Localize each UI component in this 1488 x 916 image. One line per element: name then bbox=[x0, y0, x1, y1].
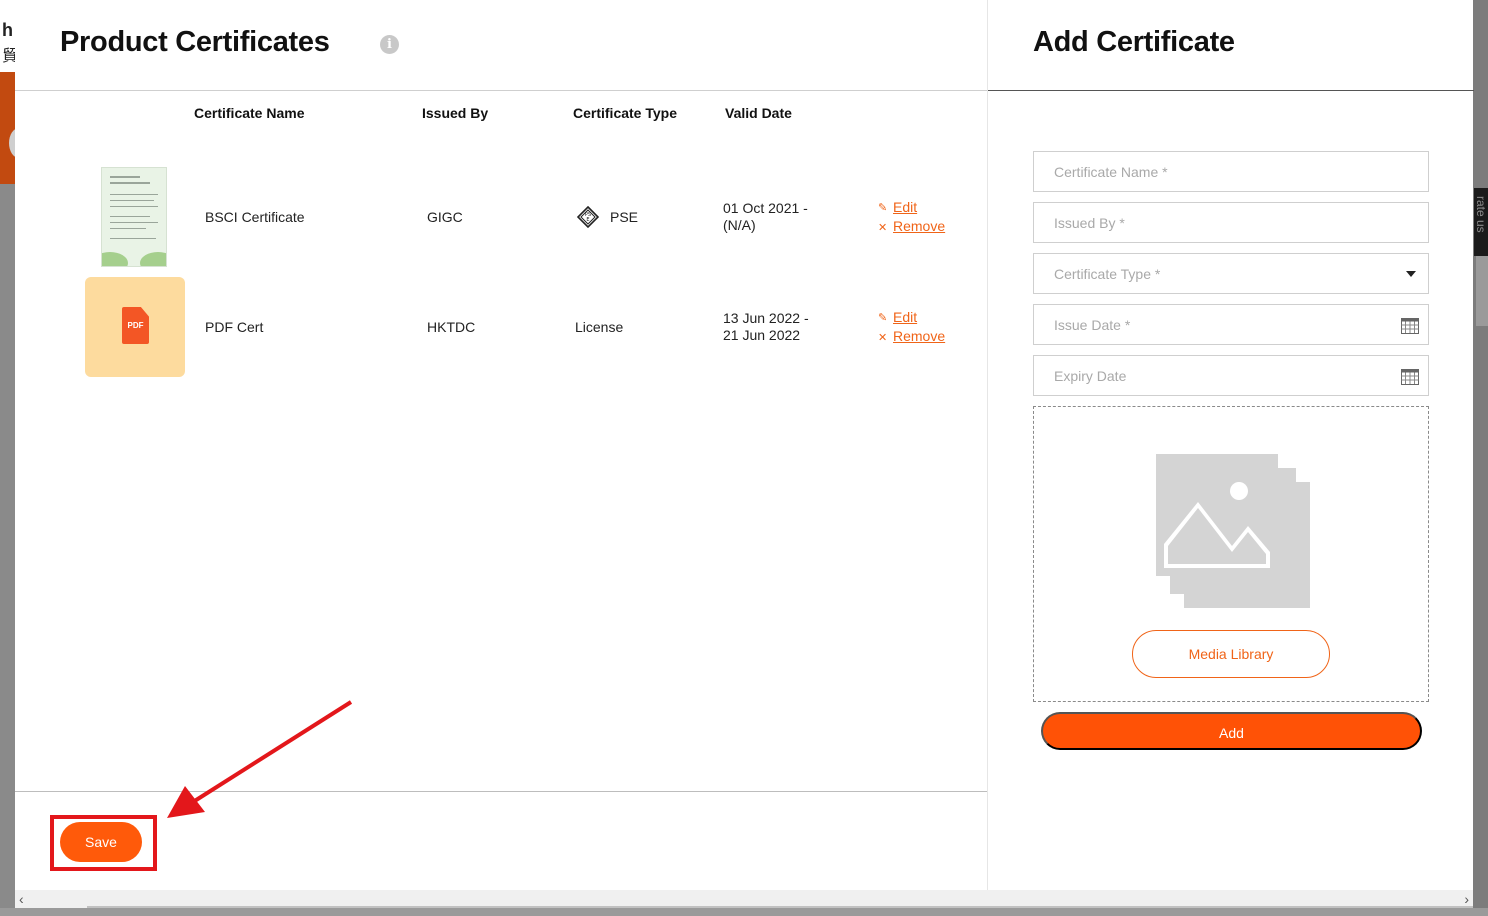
svg-text:E: E bbox=[586, 217, 589, 223]
issued-by-input[interactable]: Issued By * bbox=[1033, 202, 1429, 243]
row-1-certificate-name: BSCI Certificate bbox=[205, 209, 305, 225]
expiry-date-placeholder: Expiry Date bbox=[1054, 368, 1127, 384]
row-1-valid-from: 01 Oct 2021 - bbox=[723, 200, 808, 216]
background-page-bottom bbox=[0, 908, 1488, 916]
issue-date-placeholder: Issue Date * bbox=[1054, 317, 1131, 333]
background-header bbox=[1473, 0, 1488, 72]
title-divider bbox=[15, 90, 987, 91]
row-1-valid-to: (N/A) bbox=[723, 217, 756, 233]
row-2-remove-link[interactable]: Remove bbox=[893, 328, 945, 344]
column-header-certificate-type: Certificate Type bbox=[573, 105, 677, 121]
pencil-icon: ✎ bbox=[878, 202, 888, 214]
info-icon[interactable]: i bbox=[380, 35, 399, 54]
row-2-valid-to: 21 Jun 2022 bbox=[723, 327, 801, 343]
page-title: Product Certificates bbox=[60, 26, 330, 58]
column-header-valid-date: Valid Date bbox=[725, 105, 792, 121]
column-header-certificate-name: Certificate Name bbox=[194, 105, 305, 121]
certificate-image bbox=[101, 167, 167, 267]
certificate-name-placeholder: Certificate Name * bbox=[1054, 164, 1168, 180]
issued-by-placeholder: Issued By * bbox=[1054, 215, 1125, 231]
certificate-name-input[interactable]: Certificate Name * bbox=[1033, 151, 1429, 192]
row-1-issued-by: GIGC bbox=[427, 209, 463, 225]
site-logo: h 貿 bbox=[0, 0, 15, 72]
row-2-certificate-type: License bbox=[575, 319, 624, 335]
title-divider bbox=[988, 90, 1474, 91]
row-2-issued-by: HKTDC bbox=[427, 319, 476, 335]
pdf-file-icon: PDF bbox=[122, 307, 149, 344]
pencil-icon: ✎ bbox=[878, 312, 888, 324]
row-2-edit-link[interactable]: Edit bbox=[893, 309, 917, 325]
issue-date-input[interactable]: Issue Date * bbox=[1033, 304, 1429, 345]
caret-down-icon[interactable] bbox=[1406, 271, 1416, 277]
product-certificates-pane: Product Certificates i Certificate Name … bbox=[15, 0, 987, 890]
background-page-right: rate us bbox=[1473, 0, 1488, 916]
close-icon: ✕ bbox=[878, 332, 888, 344]
row-2-certificate-name: PDF Cert bbox=[205, 319, 264, 335]
annotation-arrow bbox=[167, 700, 353, 818]
certificates-modal: Product Certificates i Certificate Name … bbox=[15, 0, 1474, 908]
pse-mark-icon: PS E bbox=[577, 206, 599, 228]
row-2-valid-from: 13 Jun 2022 - bbox=[723, 310, 809, 326]
row-1-remove-link[interactable]: Remove bbox=[893, 218, 945, 234]
rate-us-side-tab[interactable]: rate us bbox=[1474, 188, 1488, 256]
pdf-label: PDF bbox=[127, 321, 144, 330]
image-stack-icon bbox=[1156, 454, 1310, 608]
close-icon: ✕ bbox=[878, 222, 888, 234]
page-scrollbar-thumb[interactable] bbox=[1476, 256, 1488, 326]
certificate-type-placeholder: Certificate Type * bbox=[1054, 266, 1161, 282]
calendar-icon[interactable] bbox=[1401, 368, 1419, 385]
save-button[interactable]: Save bbox=[60, 822, 142, 862]
image-upload-area[interactable]: Media Library bbox=[1033, 406, 1429, 702]
column-header-issued-by: Issued By bbox=[422, 105, 489, 121]
logo-char: 貿 bbox=[2, 48, 15, 65]
add-button[interactable]: Add bbox=[1041, 712, 1422, 750]
add-certificate-pane: Add Certificate Certificate Name * Issue… bbox=[987, 0, 1474, 890]
pdf-thumbnail: PDF bbox=[85, 277, 185, 377]
row-1-certificate-type: PSE bbox=[610, 209, 639, 225]
horizontal-scrollbar[interactable]: ‹ › bbox=[15, 890, 1473, 908]
background-banner bbox=[0, 72, 15, 184]
expiry-date-input[interactable]: Expiry Date bbox=[1033, 355, 1429, 396]
media-library-button[interactable]: Media Library bbox=[1132, 630, 1330, 678]
row-1-edit-link[interactable]: Edit bbox=[893, 199, 917, 215]
add-certificate-title: Add Certificate bbox=[1033, 26, 1235, 58]
scroll-left-icon[interactable]: ‹ bbox=[19, 891, 24, 907]
logo-letter: h bbox=[2, 20, 13, 40]
certificate-type-select[interactable]: Certificate Type * bbox=[1033, 253, 1429, 294]
calendar-icon[interactable] bbox=[1401, 317, 1419, 334]
background-page-left: h 貿 bbox=[0, 0, 15, 916]
scroll-right-icon[interactable]: › bbox=[1464, 891, 1469, 907]
